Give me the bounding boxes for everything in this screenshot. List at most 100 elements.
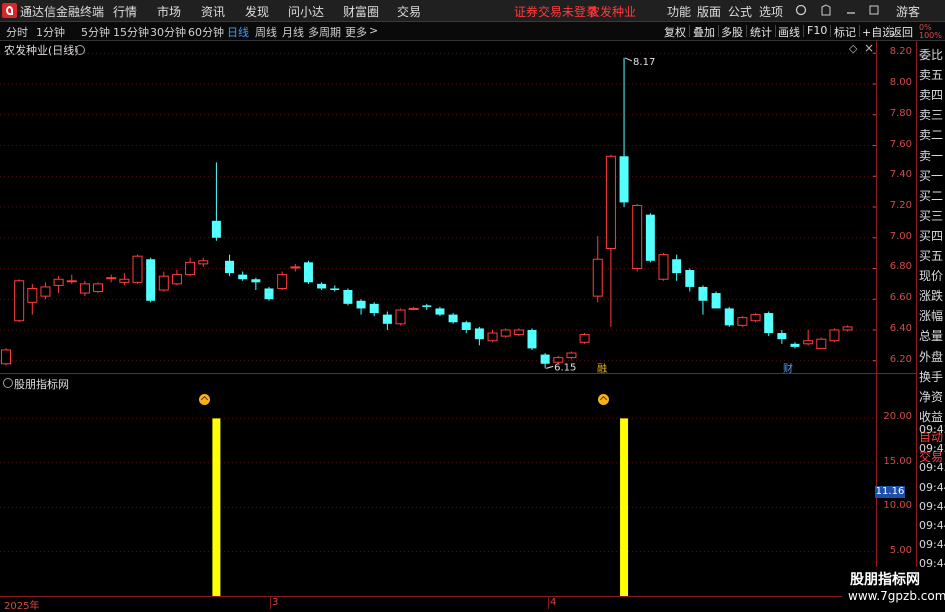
skin-icon[interactable] bbox=[820, 4, 832, 16]
candle[interactable] bbox=[238, 271, 248, 281]
tool-duogu[interactable]: 多股 bbox=[721, 24, 743, 40]
candle[interactable] bbox=[435, 306, 445, 317]
tool-huaxian[interactable]: 画线 bbox=[778, 24, 800, 40]
candle[interactable] bbox=[290, 263, 301, 272]
candle[interactable] bbox=[474, 326, 484, 346]
candle[interactable] bbox=[317, 282, 327, 290]
candle[interactable] bbox=[40, 282, 51, 300]
chevron-right-icon[interactable]: > bbox=[369, 24, 378, 37]
user-label[interactable]: 游客 bbox=[896, 3, 920, 20]
candle[interactable] bbox=[592, 236, 603, 303]
candle[interactable] bbox=[264, 286, 274, 301]
signal-bar[interactable] bbox=[620, 418, 629, 596]
candle[interactable] bbox=[382, 311, 392, 330]
candle[interactable] bbox=[658, 253, 669, 281]
candle[interactable] bbox=[605, 154, 616, 327]
candle[interactable] bbox=[53, 276, 64, 294]
menu-shichang[interactable]: 市场 bbox=[157, 3, 181, 20]
candle[interactable] bbox=[816, 337, 827, 349]
candle[interactable] bbox=[27, 283, 38, 315]
candle[interactable] bbox=[251, 277, 261, 290]
tool-fuquan[interactable]: 复权 bbox=[664, 24, 686, 40]
candle[interactable] bbox=[225, 254, 235, 277]
candle[interactable] bbox=[14, 279, 25, 323]
candle[interactable] bbox=[66, 274, 77, 284]
tool-diejia[interactable]: 叠加 bbox=[693, 24, 715, 40]
candle[interactable] bbox=[685, 268, 695, 292]
candle[interactable] bbox=[408, 306, 419, 310]
tool-biaoji[interactable]: 标记 bbox=[834, 24, 856, 40]
candle[interactable] bbox=[158, 271, 169, 292]
login-notice[interactable]: 证券交易未登录 bbox=[514, 3, 598, 20]
candle[interactable] bbox=[119, 273, 130, 286]
candle[interactable] bbox=[369, 302, 379, 317]
headset-icon[interactable] bbox=[795, 4, 807, 16]
candle[interactable] bbox=[579, 333, 590, 344]
candle[interactable] bbox=[790, 342, 800, 349]
candle[interactable] bbox=[211, 162, 221, 241]
candle[interactable] bbox=[829, 328, 840, 343]
candle[interactable] bbox=[777, 329, 787, 344]
candlestick-chart[interactable]: 8.17 6.15 bbox=[0, 41, 876, 373]
candle[interactable] bbox=[1, 348, 11, 366]
menu-banmian[interactable]: 版面 bbox=[697, 3, 721, 20]
candle[interactable] bbox=[146, 257, 156, 303]
candle[interactable] bbox=[93, 282, 104, 294]
menu-gongneng[interactable]: 功能 bbox=[667, 3, 691, 20]
candle[interactable] bbox=[343, 288, 353, 306]
menu-hangqing[interactable]: 行情 bbox=[113, 3, 137, 20]
minimize-icon[interactable] bbox=[845, 4, 857, 16]
menu-xuanxiang[interactable]: 选项 bbox=[759, 3, 783, 20]
signal-bar[interactable] bbox=[212, 418, 221, 596]
period-1min[interactable]: 1分钟 bbox=[36, 24, 65, 40]
period-60min[interactable]: 60分钟 bbox=[188, 24, 224, 40]
candle[interactable] bbox=[540, 353, 550, 369]
period-multi[interactable]: 多周期 bbox=[308, 24, 341, 40]
menu-wenxiaoda[interactable]: 问小达 bbox=[288, 3, 324, 20]
restore-icon[interactable] bbox=[868, 4, 880, 16]
candle[interactable] bbox=[303, 260, 313, 284]
candle[interactable] bbox=[566, 351, 577, 360]
period-15min[interactable]: 15分钟 bbox=[113, 24, 149, 40]
candle[interactable] bbox=[632, 203, 643, 272]
menu-faxian[interactable]: 发现 bbox=[245, 3, 269, 20]
candle[interactable] bbox=[422, 303, 432, 310]
candle[interactable] bbox=[185, 257, 196, 277]
indicator-chart[interactable] bbox=[0, 374, 876, 596]
menu-jiaoyi[interactable]: 交易 bbox=[397, 3, 421, 20]
tool-tongji[interactable]: 统计 bbox=[750, 24, 772, 40]
candle[interactable] bbox=[277, 271, 288, 290]
candle[interactable] bbox=[750, 313, 761, 323]
candle[interactable] bbox=[737, 316, 748, 327]
tool-back[interactable]: 返回 bbox=[891, 24, 913, 40]
candle[interactable] bbox=[645, 213, 655, 263]
period-more[interactable]: 更多 bbox=[345, 24, 367, 40]
candle[interactable] bbox=[132, 254, 143, 284]
candle[interactable] bbox=[79, 280, 90, 297]
menu-gongshi[interactable]: 公式 bbox=[728, 3, 752, 20]
period-5min[interactable]: 5分钟 bbox=[81, 24, 110, 40]
menu-caifuquan[interactable]: 财富圈 bbox=[343, 3, 379, 20]
candle[interactable] bbox=[527, 328, 537, 350]
candle[interactable] bbox=[500, 328, 511, 338]
candle[interactable] bbox=[803, 329, 814, 346]
period-daily[interactable]: 日线 bbox=[227, 24, 249, 40]
candle[interactable] bbox=[724, 306, 734, 327]
candle[interactable] bbox=[842, 325, 853, 332]
menu-zixun[interactable]: 资讯 bbox=[201, 3, 225, 20]
candle[interactable] bbox=[198, 257, 209, 267]
candle[interactable] bbox=[330, 285, 340, 292]
candle[interactable] bbox=[448, 313, 458, 324]
period-fenshi[interactable]: 分时 bbox=[6, 24, 28, 40]
period-monthly[interactable]: 月线 bbox=[282, 24, 304, 40]
period-30min[interactable]: 30分钟 bbox=[150, 24, 186, 40]
candle[interactable] bbox=[106, 274, 117, 283]
candle[interactable] bbox=[395, 308, 406, 326]
candle[interactable] bbox=[698, 285, 708, 315]
candle[interactable] bbox=[487, 329, 498, 343]
period-weekly[interactable]: 周线 bbox=[255, 24, 277, 40]
candle[interactable] bbox=[356, 299, 366, 315]
candle[interactable] bbox=[711, 291, 721, 309]
candle[interactable] bbox=[619, 57, 629, 207]
tool-f10[interactable]: F10 bbox=[807, 24, 827, 37]
